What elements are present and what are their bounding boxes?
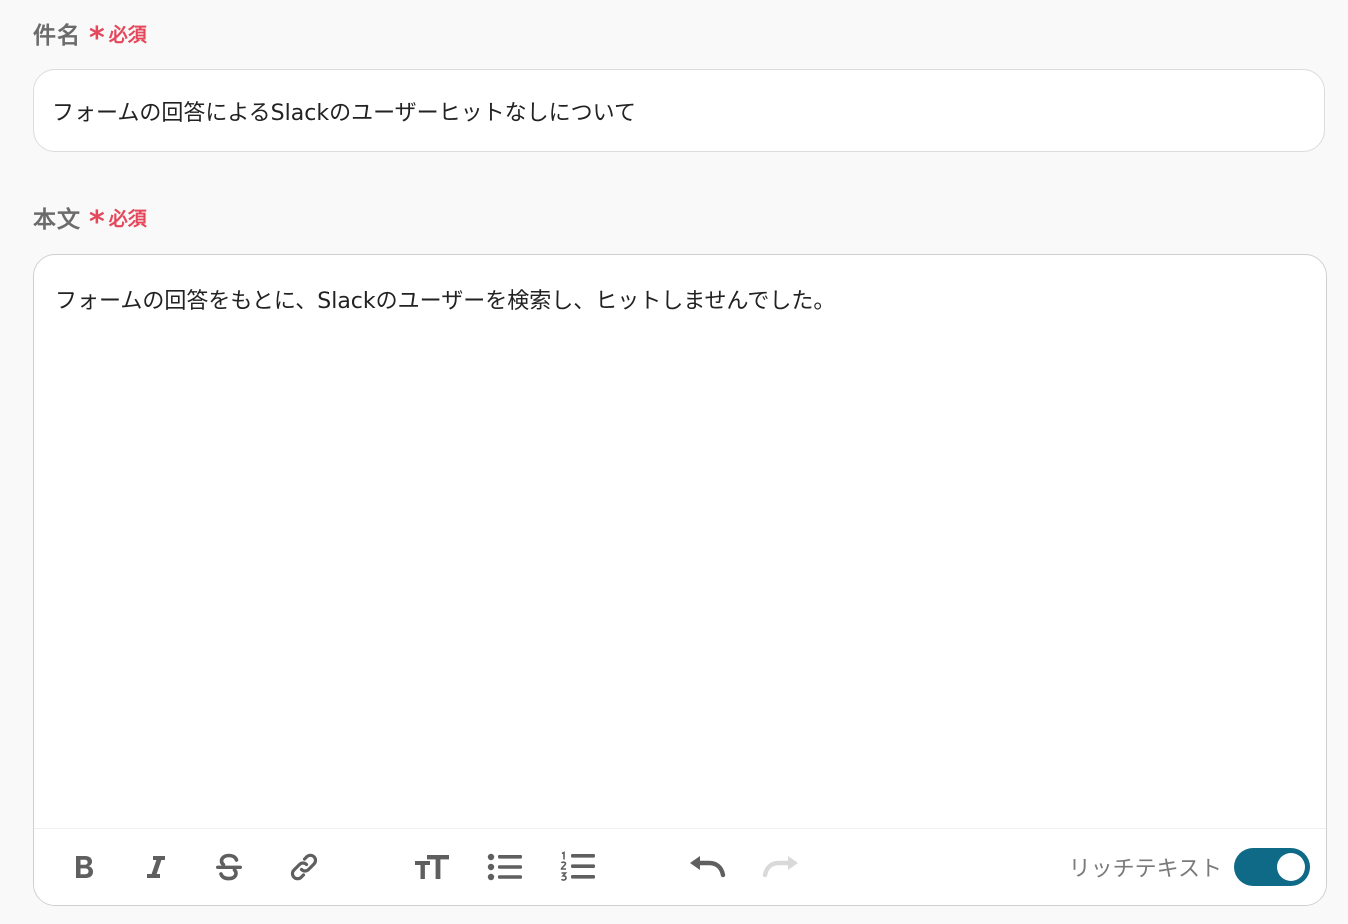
redo-icon (762, 856, 798, 878)
bullet-list-icon (487, 853, 522, 881)
undo-button[interactable] (685, 845, 729, 889)
bold-icon (76, 856, 93, 878)
email-form: 件名 * 必須 フォームの回答によるSlackのユーザーヒットなしについて 本文… (0, 0, 1348, 924)
subject-label: 件名 (33, 23, 81, 49)
strikethrough-button[interactable] (207, 845, 251, 889)
redo-button[interactable] (759, 845, 803, 889)
required-mark: * (89, 205, 105, 240)
link-button[interactable] (282, 845, 326, 889)
text-size-button[interactable] (410, 845, 454, 889)
required-text: 必須 (108, 207, 147, 230)
text-size-icon (415, 855, 449, 879)
rich-text-label: リッチテキスト (1068, 857, 1222, 882)
body-editor[interactable]: フォームの回答をもとに、Slackのユーザーを検索し、ヒットしませんでした。 リ… (33, 254, 1327, 906)
rich-text-toggle[interactable] (1234, 848, 1310, 886)
subject-input[interactable]: フォームの回答によるSlackのユーザーヒットなしについて (33, 69, 1325, 152)
body-editor-content[interactable]: フォームの回答をもとに、Slackのユーザーを検索し、ヒットしませんでした。 (55, 283, 1306, 315)
body-label-row: 本文 * 必須 (33, 200, 147, 238)
numbered-list-icon (560, 851, 595, 881)
bullet-list-button[interactable] (483, 845, 527, 889)
strikethrough-icon (216, 853, 242, 881)
italic-icon (147, 856, 165, 878)
subject-label-row: 件名 * 必須 (33, 16, 147, 54)
undo-icon (690, 856, 726, 878)
link-icon (290, 853, 318, 881)
required-text: 必須 (108, 23, 147, 46)
numbered-list-button[interactable] (556, 845, 600, 889)
required-mark: * (89, 21, 105, 56)
subject-input-value: フォームの回答によるSlackのユーザーヒットなしについて (52, 100, 636, 126)
italic-button[interactable] (134, 845, 178, 889)
bold-button[interactable] (62, 845, 106, 889)
body-label: 本文 (33, 207, 81, 233)
editor-toolbar: リッチテキスト (34, 828, 1326, 905)
toggle-knob (1277, 853, 1305, 881)
